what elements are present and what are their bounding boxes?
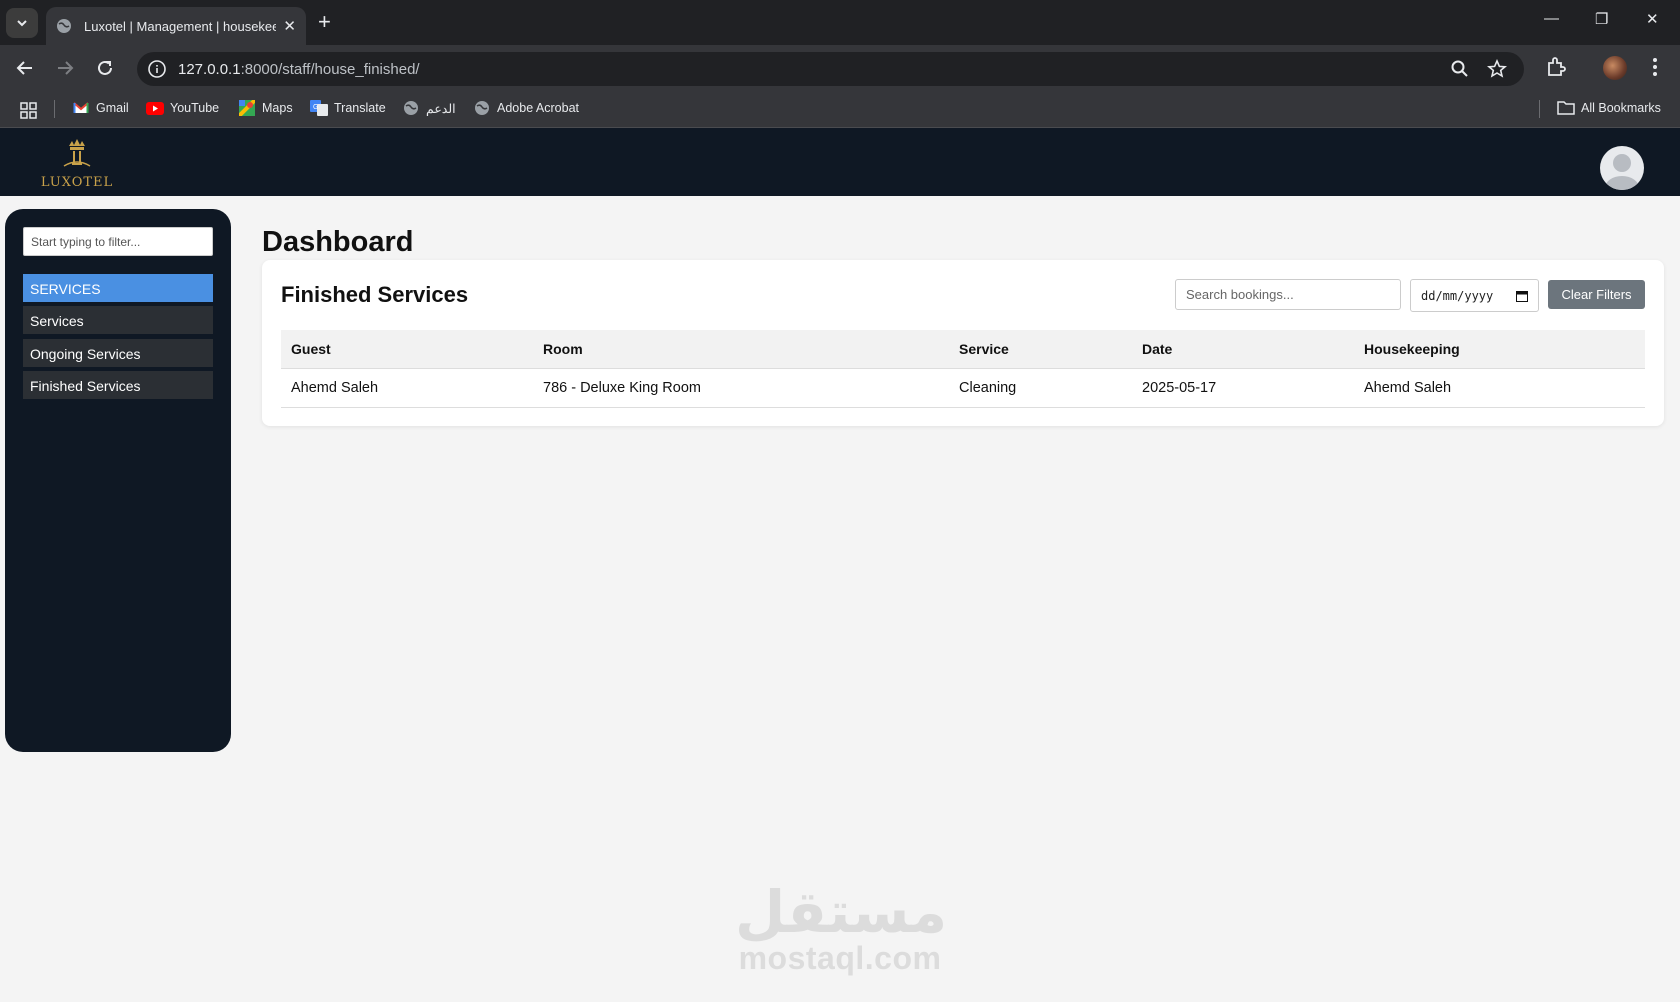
bookmark-separator (1539, 100, 1540, 118)
page-title: Dashboard (262, 226, 414, 258)
all-bookmarks-button[interactable]: All Bookmarks (1557, 100, 1661, 116)
restore-button[interactable]: ❐ (1595, 10, 1608, 28)
folder-icon (1557, 100, 1575, 116)
user-avatar[interactable] (1600, 146, 1644, 190)
date-filter-input[interactable]: dd/mm/yyyy (1410, 279, 1539, 312)
address-bar[interactable]: 127.0.0.1:8000/staff/house_finished/ (137, 52, 1524, 86)
reload-icon (98, 60, 112, 75)
finished-services-card: Finished Services dd/mm/yyyy Clear Filte… (262, 260, 1664, 426)
mostaql-watermark: مستقل mostaql.com (735, 878, 948, 976)
browser-tab[interactable]: Luxotel | Management | housekeeping ✕ (46, 7, 306, 45)
sidebar-section-services[interactable]: SERVICES (23, 274, 213, 302)
translate-icon: G (310, 100, 328, 116)
date-placeholder: dd/mm/yyyy (1421, 288, 1494, 303)
watermark-latin: mostaql.com (738, 940, 942, 976)
column-header-guest: Guest (281, 330, 533, 369)
star-icon[interactable] (1487, 59, 1507, 79)
url-text: 127.0.0.1:8000/staff/house_finished/ (178, 61, 420, 78)
youtube-icon (146, 100, 164, 116)
cell-housekeeping: Ahemd Saleh (1354, 368, 1645, 408)
reload-button[interactable] (92, 55, 118, 81)
globe-icon (57, 19, 71, 33)
browser-tabstrip: Luxotel | Management | housekeeping ✕ + … (0, 0, 1680, 45)
calendar-icon[interactable] (1516, 290, 1528, 302)
crown-logo-icon (63, 139, 91, 167)
info-icon[interactable] (147, 59, 167, 79)
app-header: LUXOTEL (0, 128, 1680, 196)
table-row: Ahemd Saleh 786 - Deluxe King Room Clean… (281, 368, 1645, 408)
table-header-row: Guest Room Service Date Housekeeping (281, 330, 1645, 369)
column-header-room: Room (533, 330, 949, 369)
more-options-icon[interactable] (1648, 56, 1662, 78)
bookmark-youtube[interactable]: YouTube (146, 100, 219, 116)
column-header-date: Date (1132, 330, 1354, 369)
sidebar-filter-input[interactable] (23, 227, 213, 256)
bookmark-support[interactable]: الدعم (402, 100, 456, 116)
bookmark-maps[interactable]: Maps (238, 100, 293, 116)
brand-name: LUXOTEL (40, 175, 114, 190)
bookmark-gmail[interactable]: Gmail (72, 100, 129, 116)
profile-avatar[interactable] (1603, 56, 1627, 80)
card-title: Finished Services (281, 282, 469, 307)
forward-button[interactable] (52, 55, 78, 81)
column-header-service: Service (949, 330, 1132, 369)
sidebar-item-finished-services[interactable]: Finished Services (23, 371, 213, 399)
bookmark-adobe-acrobat[interactable]: Adobe Acrobat (473, 100, 579, 116)
svg-text:G: G (313, 104, 318, 111)
cell-date: 2025-05-17 (1132, 368, 1354, 408)
minimize-button[interactable]: — (1544, 10, 1559, 27)
zoom-icon[interactable] (1450, 59, 1470, 79)
cell-service: Cleaning (949, 368, 1132, 408)
sidebar-item-ongoing-services[interactable]: Ongoing Services (23, 339, 213, 367)
new-tab-button[interactable]: + (318, 10, 331, 34)
user-icon (1605, 154, 1639, 190)
arrow-left-icon (16, 61, 32, 75)
chevron-down-icon (17, 20, 27, 27)
luxotel-logo[interactable]: LUXOTEL (38, 138, 116, 190)
extensions-icon[interactable] (1545, 56, 1567, 78)
tab-search-button[interactable] (6, 8, 38, 38)
apps-grid-icon[interactable] (20, 102, 37, 119)
gmail-icon (72, 100, 90, 116)
browser-toolbar: 127.0.0.1:8000/staff/house_finished/ (0, 45, 1680, 90)
column-header-housekeeping: Housekeeping (1354, 330, 1645, 369)
cell-guest: Ahemd Saleh (281, 368, 533, 408)
globe-icon (402, 100, 420, 116)
sidebar-item-services[interactable]: Services (23, 306, 213, 334)
tab-close-icon[interactable]: ✕ (283, 17, 296, 35)
back-button[interactable] (12, 55, 38, 81)
bookmarks-bar: Gmail YouTube Maps G Translate الدعم Ado… (0, 90, 1680, 128)
globe-icon (473, 100, 491, 116)
search-bookings-input[interactable] (1175, 279, 1401, 310)
watermark-arabic: مستقل (735, 878, 948, 946)
bookmark-separator (54, 100, 55, 118)
arrow-right-icon (58, 61, 74, 75)
main-content: Dashboard Finished Services dd/mm/yyyy C… (262, 226, 1664, 426)
cell-room: 786 - Deluxe King Room (533, 368, 949, 408)
bookmark-translate[interactable]: G Translate (310, 100, 386, 116)
maps-icon (238, 100, 256, 116)
clear-filters-button[interactable]: Clear Filters (1548, 280, 1645, 309)
sidebar: SERVICES Services Ongoing Services Finis… (5, 209, 231, 752)
tab-title: Luxotel | Management | housekeeping (84, 18, 276, 34)
close-window-button[interactable]: ✕ (1646, 10, 1659, 28)
bookings-table: Guest Room Service Date Housekeeping Ahe… (281, 330, 1645, 408)
